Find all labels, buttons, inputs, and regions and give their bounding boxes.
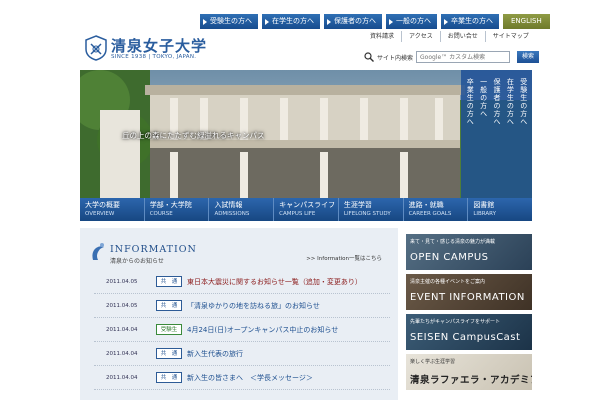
side-item-applicants[interactable]: 受験生の方へ (518, 78, 529, 190)
tab-english[interactable]: ENGLISH (503, 14, 550, 29)
nav-label-jp: キャンパスライフ (279, 201, 336, 209)
banner-title: EVENT INFORMATION (410, 292, 525, 303)
information-list-link[interactable]: >> Information一覧はこちら (306, 254, 382, 262)
nav-label-jp: 大学の概要 (85, 201, 120, 209)
nav-admissions[interactable]: 入試情報 ADMISSIONS (209, 198, 275, 221)
nav-label-en: OVERVIEW (85, 211, 115, 217)
category-badge: 共 通 (156, 276, 182, 287)
banner-open-campus[interactable]: 来て・見て・感じる清泉の魅力が満載 OPEN CAMPUS (406, 234, 532, 270)
news-date: 2011.04.04 (106, 350, 138, 357)
banner-title: OPEN CAMPUS (410, 252, 489, 263)
link-request-materials[interactable]: 資料請求 (363, 31, 401, 42)
tab-applicants[interactable]: 受験生の方へ (200, 14, 258, 29)
nav-course[interactable]: 学部・大学院 COURSE (145, 198, 210, 221)
news-date: 2011.04.05 (106, 278, 138, 285)
utility-links: 資料請求 アクセス お問い合せ サイトマップ (363, 31, 536, 42)
nav-lifelong-study[interactable]: 生涯学習 LIFELONG STUDY (339, 198, 404, 221)
tab-alumni[interactable]: 卒業生の方へ (441, 14, 499, 29)
news-date: 2011.04.04 (106, 326, 138, 333)
nav-label-jp: 生涯学習 (343, 201, 372, 209)
category-badge: 受験生 (156, 324, 182, 335)
news-link[interactable]: 新入生代表の旅行 (187, 349, 243, 359)
search-label: サイト内検索 (377, 54, 414, 62)
information-header: INFORMATION 清泉からのお知らせ >> Information一覧はこ… (90, 242, 390, 265)
nav-label-jp: 図書館 (473, 201, 495, 209)
news-link[interactable]: 「清泉ゆかりの地を訪ねる旅」のお知らせ (187, 301, 320, 311)
news-link[interactable]: 東日本大震災に関するお知らせ一覧（追加・変更あり） (187, 277, 362, 287)
logo-subtitle: SINCE 1938 | TOKYO, JAPAN. (111, 54, 197, 60)
banner-column: 来て・見て・感じる清泉の魅力が満載 OPEN CAMPUS 清泉主催の各種イベン… (406, 234, 532, 394)
side-item-parents[interactable]: 保護者の方へ (491, 78, 502, 190)
news-link[interactable]: 新入生の皆さまへ ＜学長メッセージ＞ (187, 373, 313, 383)
nav-label-en: ADMISSIONS (214, 211, 250, 217)
list-item: 2011.04.04 共 通 新入生代表の旅行 (94, 342, 390, 366)
news-date: 2011.04.04 (106, 374, 138, 381)
banner-caption: 清泉主催の各種イベントをご案内 (410, 279, 486, 285)
category-badge: 共 通 (156, 300, 182, 311)
list-item: 2011.04.05 共 通 「清泉ゆかりの地を訪ねる旅」のお知らせ (94, 294, 390, 318)
logo-title: 清泉女子大学 (111, 37, 208, 55)
main-nav: 大学の概要 OVERVIEW 学部・大学院 COURSE 入試情報 ADMISSION… (80, 198, 532, 221)
nav-overview[interactable]: 大学の概要 OVERVIEW (80, 198, 145, 221)
news-link[interactable]: 4月24日(日)オープンキャンパス中止のお知らせ (187, 325, 338, 335)
news-date: 2011.04.05 (106, 302, 138, 309)
banner-caption: 先輩たちがキャンパスライフをサポート (410, 319, 501, 325)
search-input[interactable] (416, 51, 511, 63)
nav-label-jp: 入試情報 (214, 201, 243, 209)
nav-label-en: LIFELONG STUDY (343, 211, 391, 217)
link-access[interactable]: アクセス (401, 31, 440, 42)
side-item-public[interactable]: 一般の方へ (478, 78, 489, 190)
information-icon (92, 243, 104, 260)
side-item-students[interactable]: 在学生の方へ (504, 78, 515, 190)
nav-campus-life[interactable]: キャンパスライフ CAMPUS LIFE (274, 198, 339, 221)
tab-students[interactable]: 在学生の方へ (262, 14, 320, 29)
link-contact[interactable]: お問い合せ (439, 31, 485, 42)
nav-library[interactable]: 図書館 LIBRARY (468, 198, 532, 221)
information-section: INFORMATION 清泉からのお知らせ >> Information一覧はこ… (80, 228, 398, 400)
banner-event-information[interactable]: 清泉主催の各種イベントをご案内 EVENT INFORMATION (406, 274, 532, 310)
audience-tabs: 受験生の方へ 在学生の方へ 保護者の方へ 一般の方へ 卒業生の方へ ENGLIS… (200, 14, 550, 29)
banner-title: 清泉ラファエラ・アカデミア (410, 375, 532, 386)
search-button[interactable]: 検索 (517, 51, 540, 63)
banner-caption: 楽しく学ぶ生涯学習 (410, 359, 456, 365)
information-title: INFORMATION (110, 244, 197, 255)
tab-parents[interactable]: 保護者の方へ (324, 14, 382, 29)
nav-label-en: COURSE (149, 211, 173, 217)
nav-label-en: LIBRARY (473, 211, 496, 217)
hero-caption: 丘の上の森にたたずむ緑溢れるキャンパス (122, 131, 265, 140)
information-subtitle: 清泉からのお知らせ (110, 258, 164, 265)
banner-title: SEISEN CampusCast (410, 332, 521, 343)
link-sitemap[interactable]: サイトマップ (484, 31, 536, 42)
list-item: 2011.04.04 受験生 4月24日(日)オープンキャンパス中止のお知らせ (94, 318, 390, 342)
category-badge: 共 通 (156, 348, 182, 359)
nav-career-goals[interactable]: 進路・就職 CAREER GOALS (404, 198, 469, 221)
nav-label-en: CAMPUS LIFE (279, 211, 316, 217)
site-search: サイト内検索 検索 (364, 50, 540, 64)
category-badge: 共 通 (156, 372, 182, 383)
nav-label-jp: 進路・就職 (408, 201, 444, 209)
side-audience-nav: 受験生の方へ 在学生の方へ 保護者の方へ 一般の方へ 卒業生の方へ (461, 70, 532, 198)
list-item: 2011.04.05 共 通 東日本大震災に関するお知らせ一覧（追加・変更あり） (94, 270, 390, 294)
banner-raffaella-academia[interactable]: 楽しく学ぶ生涯学習 清泉ラファエラ・アカデミア (406, 354, 532, 390)
nav-label-jp: 学部・大学院 (149, 201, 192, 209)
side-item-alumni[interactable]: 卒業生の方へ (464, 78, 475, 190)
emblem-icon (85, 35, 107, 61)
nav-label-en: CAREER GOALS (408, 211, 452, 217)
banner-campus-cast[interactable]: 先輩たちがキャンパスライフをサポート SEISEN CampusCast (406, 314, 532, 350)
search-icon (364, 52, 374, 62)
list-item: 2011.04.04 共 通 新入生の皆さまへ ＜学長メッセージ＞ (94, 366, 390, 390)
tab-public[interactable]: 一般の方へ (386, 14, 437, 29)
news-list: 2011.04.05 共 通 東日本大震災に関するお知らせ一覧（追加・変更あり）… (94, 270, 390, 390)
site-logo[interactable]: 清泉女子大学 SINCE 1938 | TOKYO, JAPAN. (85, 33, 225, 65)
banner-caption: 来て・見て・感じる清泉の魅力が満載 (410, 239, 496, 245)
page: 受験生の方へ 在学生の方へ 保護者の方へ 一般の方へ 卒業生の方へ ENGLIS… (0, 0, 610, 400)
